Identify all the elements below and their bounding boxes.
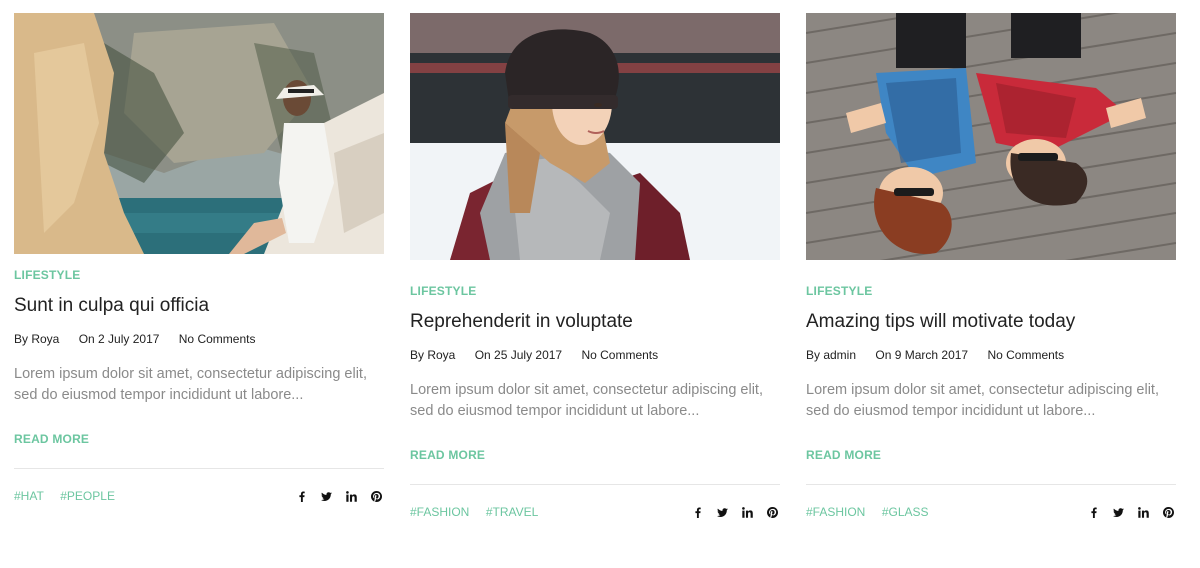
post-comments[interactable]: No Comments — [581, 348, 658, 362]
post-excerpt: Lorem ipsum dolor sit amet, consectetur … — [410, 382, 763, 419]
tag-link[interactable]: #FASHION — [410, 505, 469, 519]
twitter-icon[interactable] — [714, 504, 730, 520]
post-author[interactable]: By admin — [806, 348, 856, 362]
post-category[interactable]: LIFESTYLE — [410, 284, 780, 298]
linkedin-icon[interactable] — [1135, 504, 1151, 520]
post-date: On 9 March 2017 — [875, 348, 969, 362]
tag-link[interactable]: #HAT — [14, 489, 44, 503]
post-excerpt: Lorem ipsum dolor sit amet, consectetur … — [806, 382, 1159, 419]
post-tags: #FASHION #GLASS — [806, 503, 941, 521]
post-card: LIFESTYLE Reprehenderit in voluptate By … — [410, 13, 780, 521]
pinterest-icon[interactable] — [1160, 504, 1176, 520]
post-meta: By Roya On 2 July 2017 No Comments — [14, 332, 384, 346]
post-card: LIFESTYLE Sunt in culpa qui officia By R… — [14, 13, 384, 505]
pinterest-icon[interactable] — [764, 504, 780, 520]
post-title[interactable]: Reprehenderit in voluptate — [410, 310, 780, 334]
post-tags: #HAT #PEOPLE — [14, 487, 127, 505]
twitter-icon[interactable] — [318, 488, 334, 504]
linkedin-icon[interactable] — [343, 488, 359, 504]
post-image[interactable] — [410, 13, 780, 260]
share-icons — [284, 488, 384, 504]
post-image[interactable] — [806, 13, 1176, 260]
post-comments[interactable]: No Comments — [987, 348, 1064, 362]
post-meta: By Roya On 25 July 2017 No Comments — [410, 348, 780, 362]
post-meta: By admin On 9 March 2017 No Comments — [806, 348, 1176, 362]
woman-with-beanie-photo — [410, 13, 780, 260]
post-author[interactable]: By Roya — [410, 348, 455, 362]
post-tags: #FASHION #TRAVEL — [410, 503, 550, 521]
post-footer: #FASHION #TRAVEL — [410, 503, 780, 521]
post-card: LIFESTYLE Amazing tips will motivate tod… — [806, 13, 1176, 521]
post-date: On 2 July 2017 — [78, 332, 160, 346]
pinterest-icon[interactable] — [368, 488, 384, 504]
post-footer: #HAT #PEOPLE — [14, 487, 384, 505]
tag-link[interactable]: #FASHION — [806, 505, 865, 519]
share-icons — [1076, 504, 1176, 520]
read-more-link[interactable]: READ MORE — [410, 448, 485, 462]
post-category[interactable]: LIFESTYLE — [14, 268, 384, 282]
facebook-icon[interactable] — [689, 504, 705, 520]
share-icons — [680, 504, 780, 520]
post-title[interactable]: Sunt in culpa qui officia — [14, 294, 384, 318]
linkedin-icon[interactable] — [739, 504, 755, 520]
post-category[interactable]: LIFESTYLE — [806, 284, 1176, 298]
read-more-link[interactable]: READ MORE — [14, 432, 89, 446]
post-comments[interactable]: No Comments — [179, 332, 256, 346]
tag-link[interactable]: #PEOPLE — [60, 489, 115, 503]
facebook-icon[interactable] — [1085, 504, 1101, 520]
post-excerpt: Lorem ipsum dolor sit amet, consectetur … — [14, 366, 367, 403]
woman-on-cliff-photo — [14, 13, 384, 254]
post-author[interactable]: By Roya — [14, 332, 59, 346]
tag-link[interactable]: #GLASS — [882, 505, 929, 519]
post-footer: #FASHION #GLASS — [806, 503, 1176, 521]
facebook-icon[interactable] — [293, 488, 309, 504]
friends-lying-on-deck-photo — [806, 13, 1176, 260]
tag-link[interactable]: #TRAVEL — [486, 505, 538, 519]
post-image[interactable] — [14, 13, 384, 254]
post-date: On 25 July 2017 — [474, 348, 563, 362]
post-title[interactable]: Amazing tips will motivate today — [806, 310, 1176, 334]
twitter-icon[interactable] — [1110, 504, 1126, 520]
read-more-link[interactable]: READ MORE — [806, 448, 881, 462]
